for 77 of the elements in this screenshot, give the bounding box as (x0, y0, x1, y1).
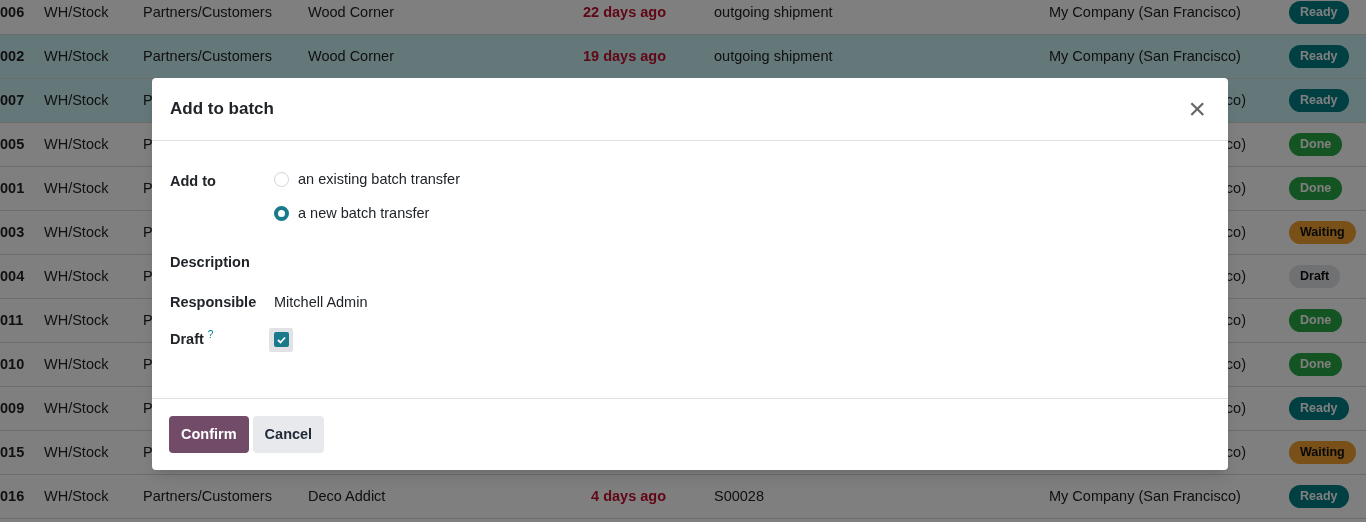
table-cell: P (143, 135, 153, 152)
table-cell: P (143, 91, 153, 108)
table-cell: Wood Corner (308, 3, 394, 20)
table-row[interactable]: 006 WH/Stock Partners/Customers Wood Corner 22 days ago outgoing shipment My Company (San Francisco) Ready (0, 0, 1366, 35)
field-label: Draft (170, 329, 204, 349)
table-cell: Partners/Customers (143, 487, 272, 504)
status-badge: Waiting (1289, 441, 1356, 464)
status-badge: Ready (1289, 1, 1349, 24)
table-cell: Partners/Customers (143, 47, 272, 64)
help-tooltip-icon[interactable]: ? (207, 329, 214, 340)
field-value[interactable]: Mitchell Admin (274, 291, 368, 314)
table-cell: 19 days ago (583, 47, 666, 64)
table-cell: WH/Stock (44, 355, 109, 372)
radio-label[interactable]: a new batch transfer (298, 202, 430, 225)
reference-text: 003 (0, 223, 25, 240)
field-label: Add to (170, 172, 217, 191)
status-badge: Draft (1289, 265, 1341, 288)
table-cell: outgoing shipment (714, 3, 833, 20)
reference-text: 006 (0, 3, 25, 20)
reference-text: 011 (0, 311, 24, 328)
table-cell: P (143, 267, 153, 284)
table-cell: My Company (San Francisco) (1049, 47, 1241, 64)
table-cell: P (143, 179, 153, 196)
reference-text: 010 (0, 355, 25, 372)
table-cell: WH/Stock (44, 267, 109, 284)
reference-text: 015 (0, 443, 25, 460)
table-cell: WH/Stock (44, 311, 109, 328)
reference-text: 009 (0, 399, 25, 416)
reference-text: 001 (0, 179, 25, 196)
table-cell: 4 days ago (591, 487, 666, 504)
status-badge: Ready (1289, 485, 1349, 508)
table-cell: S00028 (714, 487, 764, 504)
reference-text: 007 (0, 91, 25, 108)
dialog-title: Add to batch (170, 98, 274, 121)
status-badge: Done (1289, 309, 1343, 332)
table-cell: WH/Stock (44, 487, 109, 504)
table-cell: WH/Stock (44, 443, 109, 460)
field-label: Description (170, 252, 251, 272)
table-cell: My Company (San Francisco) (1049, 3, 1241, 20)
checkbox[interactable] (269, 327, 293, 352)
close-button[interactable]: × (1184, 94, 1210, 124)
table-cell: WH/Stock (44, 3, 109, 20)
table-row[interactable]: 002 WH/Stock Partners/Customers Wood Corner 19 days ago outgoing shipment My Company (San Francisco) Ready (0, 35, 1366, 79)
table-cell: 22 days ago (583, 3, 666, 20)
table-cell: P (143, 443, 153, 460)
table-cell: outgoing shipment (714, 47, 833, 64)
table-cell: WH/Stock (44, 47, 109, 64)
table-cell: WH/Stock (44, 179, 109, 196)
reference-text: 016 (0, 487, 25, 504)
table-cell: Deco Addict (308, 487, 386, 504)
radio-label[interactable]: an existing batch transfer (298, 169, 460, 191)
status-badge: Ready (1289, 397, 1349, 420)
reference-text: 004 (0, 267, 25, 284)
status-badge: Done (1289, 177, 1343, 200)
table-cell: WH/Stock (44, 135, 109, 152)
reference-text: 005 (0, 135, 25, 152)
table-cell: P (143, 311, 153, 328)
table-cell: WH/Stock (44, 399, 109, 416)
cancel-button[interactable]: Cancel (252, 416, 325, 453)
confirm-button[interactable]: Confirm (169, 416, 249, 453)
status-badge: Done (1289, 133, 1343, 156)
table-cell: P (143, 223, 153, 240)
table-cell: WH/Stock (44, 91, 109, 108)
table-cell: WH/Stock (44, 223, 109, 240)
table-cell: Partners/Customers (143, 3, 272, 20)
table-cell: P (143, 399, 153, 416)
table-cell: P (143, 355, 153, 372)
reference-text: 002 (0, 47, 25, 64)
table-cell: My Company (San Francisco) (1049, 487, 1241, 504)
table-cell: Wood Corner (308, 47, 394, 64)
check-icon (276, 335, 286, 344)
status-badge: Waiting (1289, 221, 1356, 244)
status-badge: Ready (1289, 89, 1349, 112)
status-badge: Ready (1289, 45, 1349, 68)
radio-button[interactable] (274, 206, 289, 222)
field-label: Responsible (170, 292, 258, 312)
status-badge: Done (1289, 353, 1343, 376)
